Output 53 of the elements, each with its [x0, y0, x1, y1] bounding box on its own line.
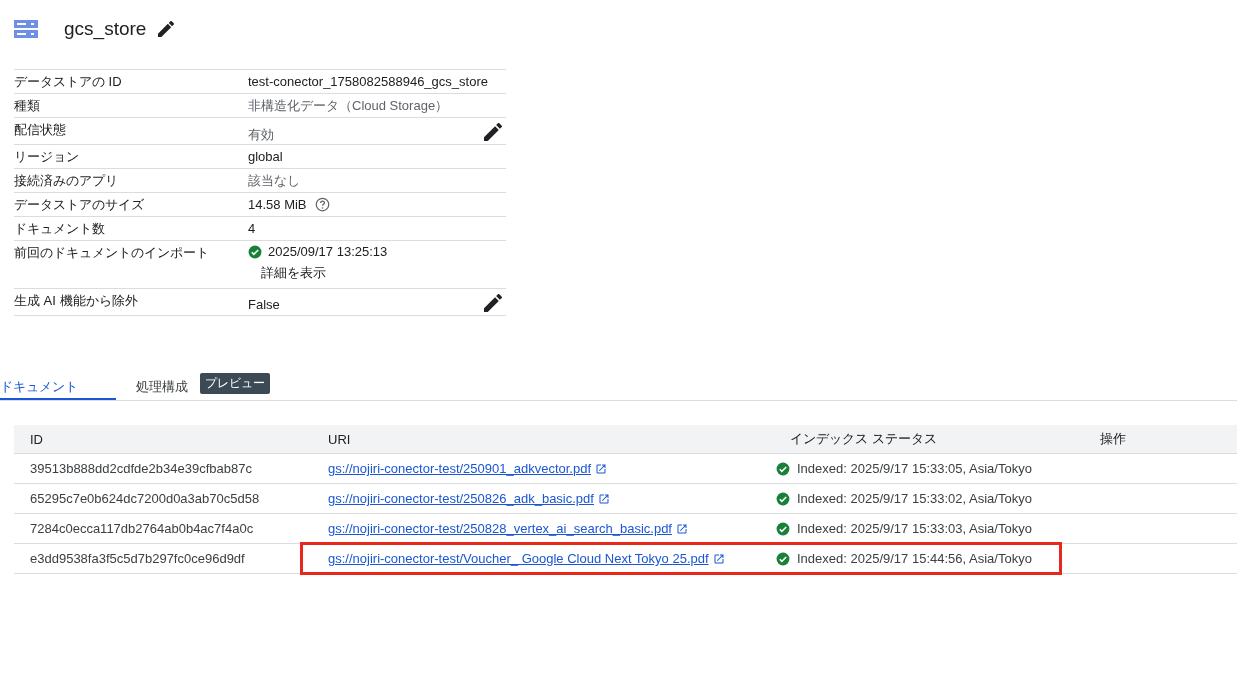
detail-label: データストアのサイズ [14, 195, 145, 214]
uri-link[interactable]: gs://nojiri-conector-test/250828_vertex_ai_search_basic.pdf [328, 521, 672, 536]
check-circle-icon [248, 244, 262, 259]
detail-label: 前回のドキュメントのインポート [14, 244, 210, 262]
external-link-icon[interactable] [676, 522, 688, 535]
edit-icon[interactable] [484, 294, 502, 312]
column-header: 操作 [1099, 430, 1127, 448]
detail-value: 該当なし [248, 171, 300, 190]
details-link[interactable]: 詳細を表示 [261, 264, 388, 282]
index-status: Indexed: 2025/9/17 15:33:05, Asia/Tokyo [797, 461, 1032, 476]
index-status: Indexed: 2025/9/17 15:33:03, Asia/Tokyo [797, 521, 1032, 536]
detail-label: 種類 [14, 96, 41, 115]
external-link-icon[interactable] [712, 552, 725, 565]
detail-value: False [248, 297, 280, 312]
detail-label: 接続済みのアプリ [14, 171, 119, 190]
table-cell-text: 7284c0ecca117db2764ab0b4ac7f4a0c [29, 521, 255, 536]
detail-value: 4 [248, 221, 256, 236]
tab[interactable]: ドキュメント [0, 371, 116, 400]
column-header: インデックス ステータス [789, 430, 938, 448]
detail-value: 2025/09/17 13:25:13 [268, 244, 388, 259]
uri-link[interactable]: gs://nojiri-conector-test/250826_adk_basic.pdf [328, 491, 594, 506]
detail-value: 14.58 MiB [248, 197, 307, 212]
tab[interactable]: 処理構成 [116, 371, 200, 400]
detail-label: リージョン [14, 147, 80, 166]
detail-label: 生成 AI 機能から除外 [14, 292, 139, 310]
check-circle-icon [776, 551, 790, 566]
check-circle-icon [776, 461, 790, 476]
preview-badge: プレビュー [200, 373, 270, 394]
datastore-title: gcs_store [64, 18, 147, 40]
external-link-icon[interactable] [595, 462, 608, 475]
detail-value: test-conector_1758082588946_gcs_store [248, 74, 488, 89]
column-header: URI [327, 431, 352, 447]
detail-label: データストアの ID [14, 72, 123, 91]
check-circle-icon [776, 491, 790, 506]
index-status: Indexed: 2025/9/17 15:44:56, Asia/Tokyo [797, 551, 1032, 566]
edit-icon[interactable] [484, 123, 502, 141]
detail-value: 非構造化データ（Cloud Storage） [248, 96, 449, 115]
edit-icon[interactable] [158, 21, 175, 37]
detail-value: 有効 [248, 126, 274, 144]
uri-link[interactable]: gs://nojiri-conector-test/250901_adkvector.pdf [328, 461, 592, 476]
detail-label: ドキュメント数 [14, 219, 106, 238]
check-circle-icon [776, 521, 790, 536]
external-link-icon[interactable] [597, 492, 610, 505]
table-cell-text: e3dd9538fa3f5c5d7b297fc0ce96d9df [29, 551, 246, 566]
detail-value: global [248, 149, 283, 164]
uri-link[interactable]: gs://nojiri-conector-test/Voucher_ Google Cloud Next Tokyo 25.pdf [328, 551, 709, 566]
table-cell-text: 39513b888dd2cdfde2b34e39cfbab87c [29, 461, 253, 476]
index-status: Indexed: 2025/9/17 15:33:02, Asia/Tokyo [797, 491, 1032, 506]
detail-label: 配信状態 [14, 121, 67, 139]
datastore-icon [14, 20, 38, 38]
table-cell-text: 65295c7e0b624dc7200d0a3ab70c5d58 [29, 491, 261, 506]
column-header: ID [29, 431, 44, 447]
help-icon[interactable] [314, 197, 330, 212]
